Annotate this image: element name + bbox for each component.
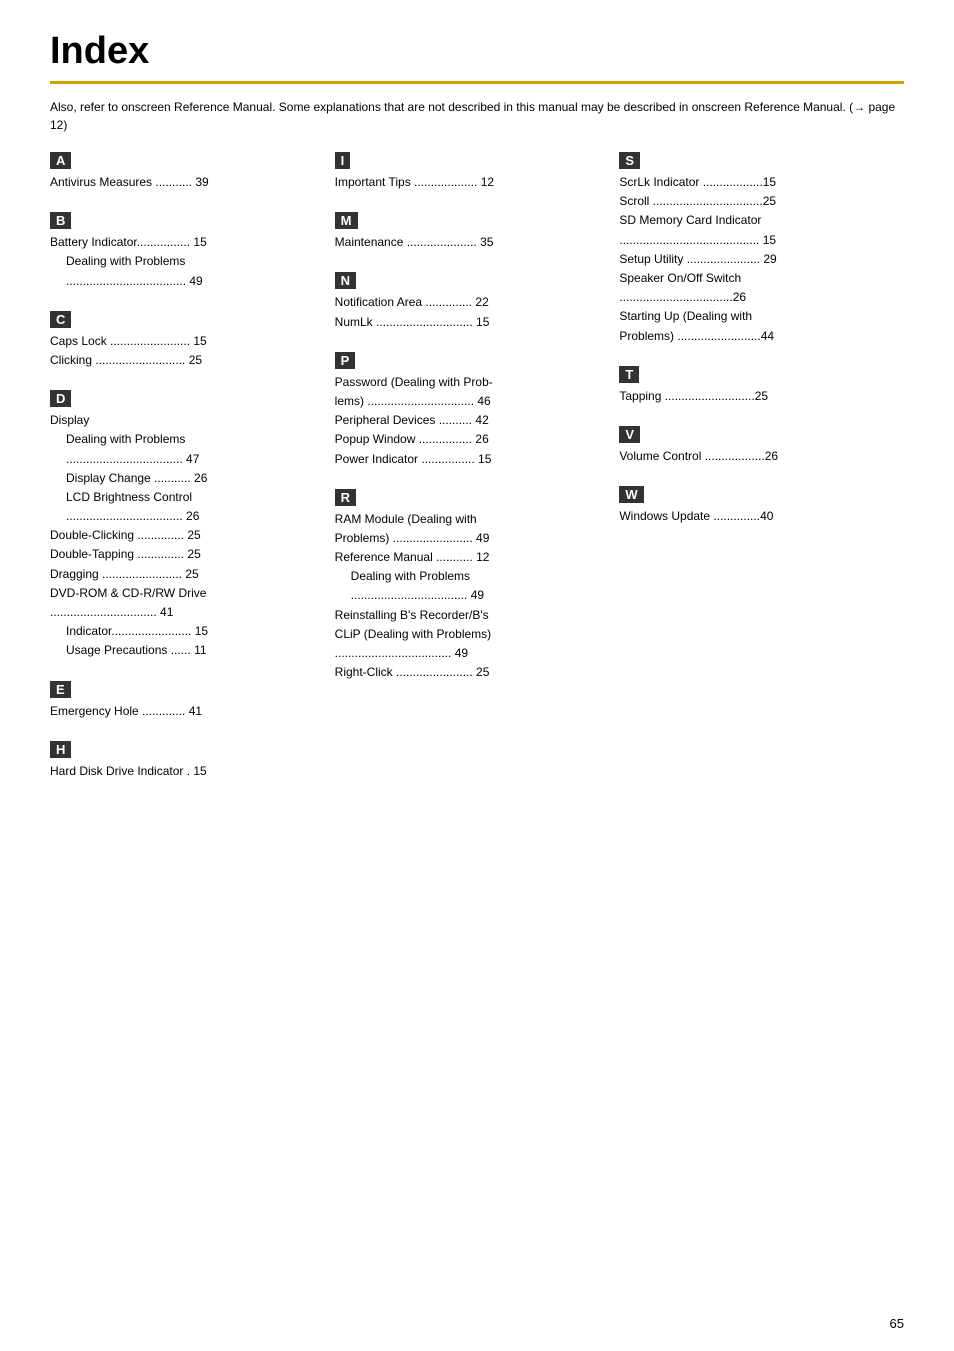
index-entry: Problems) ........................ 49 (335, 529, 610, 548)
index-entry: Problems) .........................44 (619, 327, 894, 346)
index-entry: Display Change ........... 26 (50, 469, 325, 488)
section-t: T Tapping ...........................25 (619, 356, 894, 406)
section-letter-h: H (50, 741, 71, 758)
index-entry: Dealing with Problems (335, 567, 610, 586)
section-letter-v: V (619, 426, 640, 443)
index-entry: Dragging ........................ 25 (50, 565, 325, 584)
index-entry: Caps Lock ........................ 15 (50, 332, 325, 351)
section-letter-i: I (335, 152, 351, 169)
index-entry: Emergency Hole ............. 41 (50, 702, 325, 721)
index-entry: Clicking ........................... 25 (50, 351, 325, 370)
index-entry: lems) ................................ 4… (335, 392, 610, 411)
index-entry: ........................................… (619, 231, 894, 250)
section-letter-r: R (335, 489, 356, 506)
section-d: D DisplayDealing with Problems...........… (50, 380, 325, 660)
index-entry: Dealing with Problems (50, 430, 325, 449)
index-entry: ................................ 41 (50, 603, 325, 622)
index-entry: Setup Utility ...................... 29 (619, 250, 894, 269)
index-entry: Speaker On/Off Switch (619, 269, 894, 288)
index-entry: Maintenance ..................... 35 (335, 233, 610, 252)
index-entry: Dealing with Problems (50, 252, 325, 271)
section-m: M Maintenance ..................... 35 (335, 202, 610, 252)
section-b: B Battery Indicator................ 15Dea… (50, 202, 325, 291)
section-a: A Antivirus Measures ........... 39 (50, 152, 325, 192)
index-entry: DVD-ROM & CD-R/RW Drive (50, 584, 325, 603)
index-entry: Usage Precautions ...... 11 (50, 641, 325, 660)
index-entry: SD Memory Card Indicator (619, 211, 894, 230)
section-letter-e: E (50, 681, 71, 698)
section-e: E Emergency Hole ............. 41 (50, 671, 325, 721)
index-entry: Reinstalling B's Recorder/B's (335, 606, 610, 625)
index-entry: Power Indicator ................ 15 (335, 450, 610, 469)
index-entry: Windows Update ..............40 (619, 507, 894, 526)
section-letter-s: S (619, 152, 640, 169)
index-entry: NumLk ............................. 15 (335, 313, 610, 332)
section-v: V Volume Control ..................26 (619, 416, 894, 466)
index-entry: Notification Area .............. 22 (335, 293, 610, 312)
section-s: S ScrLk Indicator ..................15Scr… (619, 152, 894, 346)
page-title: Index (50, 30, 904, 73)
index-entry: Right-Click ....................... 25 (335, 663, 610, 682)
index-entry: LCD Brightness Control (50, 488, 325, 507)
index-entry: .................................... 49 (50, 272, 325, 291)
column-3: S ScrLk Indicator ..................15Scr… (619, 152, 904, 791)
index-entry: Double-Tapping .............. 25 (50, 545, 325, 564)
index-entry: Antivirus Measures ........... 39 (50, 173, 325, 192)
section-i: I Important Tips ................... 12 (335, 152, 610, 192)
section-letter-n: N (335, 272, 356, 289)
index-entry: RAM Module (Dealing with (335, 510, 610, 529)
section-letter-w: W (619, 486, 643, 503)
section-letter-b: B (50, 212, 71, 229)
section-letter-m: M (335, 212, 358, 229)
index-entry: Display (50, 411, 325, 430)
index-entry: ................................... 26 (50, 507, 325, 526)
index-entry: Indicator........................ 15 (50, 622, 325, 641)
index-entry: ................................... 49 (335, 644, 610, 663)
index-entry: ................................... 49 (335, 586, 610, 605)
section-letter-t: T (619, 366, 639, 383)
index-entry: Password (Dealing with Prob- (335, 373, 610, 392)
title-underline (50, 81, 904, 84)
index-entry: Battery Indicator................ 15 (50, 233, 325, 252)
section-letter-c: C (50, 311, 71, 328)
index-entry: Scroll .................................… (619, 192, 894, 211)
index-entry: Peripheral Devices .......... 42 (335, 411, 610, 430)
page-footer: 65 (890, 1316, 904, 1331)
column-1: A Antivirus Measures ........... 39 B Batte… (50, 152, 335, 791)
section-letter-d: D (50, 390, 71, 407)
index-entry: ..................................26 (619, 288, 894, 307)
index-entry: Volume Control ..................26 (619, 447, 894, 466)
index-entry: ................................... 47 (50, 450, 325, 469)
index-entry: Reference Manual ........... 12 (335, 548, 610, 567)
section-c: C Caps Lock ........................ 15Cl… (50, 301, 325, 370)
section-p: P Password (Dealing with Prob-lems) .....… (335, 342, 610, 469)
index-columns: A Antivirus Measures ........... 39 B Batte… (50, 152, 904, 791)
index-entry: ScrLk Indicator ..................15 (619, 173, 894, 192)
section-letter-p: P (335, 352, 356, 369)
index-entry: Double-Clicking .............. 25 (50, 526, 325, 545)
index-entry: Tapping ...........................25 (619, 387, 894, 406)
section-w: W Windows Update ..............40 (619, 476, 894, 526)
index-entry: Hard Disk Drive Indicator . 15 (50, 762, 325, 781)
index-entry: CLiP (Dealing with Problems) (335, 625, 610, 644)
column-2: I Important Tips ................... 12 MM… (335, 152, 620, 791)
index-entry: Popup Window ................ 26 (335, 430, 610, 449)
section-letter-a: A (50, 152, 71, 169)
page-container: Index Also, refer to onscreen Reference … (0, 0, 954, 831)
section-r: R RAM Module (Dealing withProblems) .....… (335, 479, 610, 683)
index-entry: Important Tips ................... 12 (335, 173, 610, 192)
index-entry: Starting Up (Dealing with (619, 307, 894, 326)
section-n: N Notification Area .............. 22NumL… (335, 262, 610, 331)
section-h: H Hard Disk Drive Indicator . 15 (50, 731, 325, 781)
intro-text: Also, refer to onscreen Reference Manual… (50, 98, 904, 134)
